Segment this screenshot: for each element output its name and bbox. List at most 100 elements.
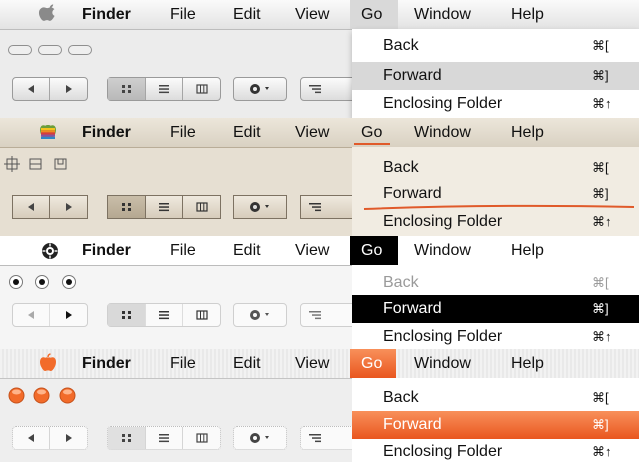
menu-item-back[interactable]: Back ⌘[ <box>352 32 639 60</box>
arrow-left-icon <box>28 203 34 211</box>
arrow-right-icon <box>65 311 72 319</box>
menu-file[interactable]: File <box>170 349 196 378</box>
back-forward-group <box>12 195 88 219</box>
list-view-button[interactable] <box>146 304 183 326</box>
go-menu: Back ⌘[ Forward ⌘] Enclosing Folder ⌘↑ <box>352 378 639 462</box>
zoom-button[interactable] <box>61 274 77 290</box>
menu-finder[interactable]: Finder <box>82 118 131 147</box>
menu-item-enclosing-folder[interactable]: Enclosing Folder ⌘↑ <box>352 438 639 462</box>
forward-button[interactable] <box>50 304 87 326</box>
menu-item-forward[interactable]: Forward ⌘] <box>352 180 639 210</box>
apple-logo-icon[interactable] <box>38 4 58 24</box>
action-button[interactable] <box>233 426 287 450</box>
menu-item-forward[interactable]: Forward ⌘] <box>352 62 639 90</box>
menu-help[interactable]: Help <box>511 0 544 29</box>
zoom-button[interactable] <box>53 156 69 172</box>
arrange-icon <box>309 434 321 443</box>
menu-view[interactable]: View <box>295 236 329 265</box>
menu-help[interactable]: Help <box>511 118 544 147</box>
close-button[interactable] <box>4 156 20 172</box>
list-view-icon <box>159 311 169 320</box>
menu-edit[interactable]: Edit <box>233 236 261 265</box>
back-button[interactable] <box>13 427 50 449</box>
menu-file[interactable]: File <box>170 0 196 29</box>
zoom-button[interactable] <box>59 387 76 404</box>
menu-view[interactable]: View <box>295 118 329 147</box>
icon-view-button[interactable] <box>108 78 146 100</box>
zoom-button[interactable] <box>68 45 92 55</box>
menu-window[interactable]: Window <box>414 349 471 378</box>
column-view-button[interactable] <box>183 427 220 449</box>
menu-window[interactable]: Window <box>414 118 471 147</box>
apple-logo-icon[interactable] <box>38 353 58 373</box>
icon-view-button[interactable] <box>108 427 146 449</box>
back-button[interactable] <box>13 304 50 326</box>
menu-item-back[interactable]: Back ⌘[ <box>352 384 639 412</box>
gear-icon <box>250 84 269 94</box>
arrow-right-icon <box>65 203 72 211</box>
action-button[interactable] <box>233 303 287 327</box>
menu-item-forward[interactable]: Forward ⌘] <box>352 295 639 323</box>
forward-button[interactable] <box>50 78 87 100</box>
arrange-button[interactable] <box>300 195 360 219</box>
menu-item-enclosing-folder[interactable]: Enclosing Folder ⌘↑ <box>352 208 639 236</box>
view-mode-group <box>107 303 221 327</box>
arrange-button[interactable] <box>300 426 360 450</box>
menu-go[interactable]: Go <box>361 0 382 29</box>
column-view-button[interactable] <box>183 304 220 326</box>
back-button[interactable] <box>13 196 50 218</box>
menu-window[interactable]: Window <box>414 236 471 265</box>
menu-item-enclosing-folder[interactable]: Enclosing Folder ⌘↑ <box>352 90 639 118</box>
column-view-button[interactable] <box>183 78 220 100</box>
minimize-button[interactable] <box>28 156 44 172</box>
menu-item-forward-shortcut: ⌘] <box>592 301 609 316</box>
menu-item-enclosing-folder[interactable]: Enclosing Folder ⌘↑ <box>352 323 639 349</box>
menu-help[interactable]: Help <box>511 236 544 265</box>
menu-finder[interactable]: Finder <box>82 349 131 378</box>
column-view-button[interactable] <box>183 196 220 218</box>
arrange-button[interactable] <box>300 303 360 327</box>
forward-button[interactable] <box>50 196 87 218</box>
icon-view-button[interactable] <box>108 196 146 218</box>
menu-item-forward[interactable]: Forward ⌘] <box>352 411 639 439</box>
menu-edit[interactable]: Edit <box>233 118 261 147</box>
menu-edit[interactable]: Edit <box>233 0 261 29</box>
arrange-icon <box>309 203 321 212</box>
close-button[interactable] <box>8 387 25 404</box>
menu-go[interactable]: Go <box>361 236 382 265</box>
forward-button[interactable] <box>50 427 87 449</box>
apple-logo-icon[interactable] <box>40 241 60 261</box>
arrange-button[interactable] <box>300 77 360 101</box>
close-button[interactable] <box>8 45 32 55</box>
menu-view[interactable]: View <box>295 349 329 378</box>
menu-file[interactable]: File <box>170 236 196 265</box>
menu-window[interactable]: Window <box>414 0 471 29</box>
menu-item-back[interactable]: Back ⌘[ <box>352 154 639 182</box>
menu-finder[interactable]: Finder <box>82 0 131 29</box>
menu-item-back-shortcut: ⌘[ <box>592 275 609 290</box>
list-view-button[interactable] <box>146 427 183 449</box>
close-button[interactable] <box>8 274 24 290</box>
finder-toolbar <box>0 30 360 118</box>
action-button[interactable] <box>233 77 287 101</box>
menu-item-back[interactable]: Back ⌘[ <box>352 269 639 297</box>
menu-file[interactable]: File <box>170 118 196 147</box>
list-view-button[interactable] <box>146 196 183 218</box>
menu-finder[interactable]: Finder <box>82 236 131 265</box>
go-menu: Back ⌘[ Forward ⌘] Enclosing Folder ⌘↑ <box>352 29 639 118</box>
menu-edit[interactable]: Edit <box>233 349 261 378</box>
minimize-button[interactable] <box>38 45 62 55</box>
grid-view-icon <box>121 85 131 93</box>
list-view-icon <box>159 434 169 443</box>
action-button[interactable] <box>233 195 287 219</box>
apple-logo-icon[interactable] <box>38 122 58 142</box>
menu-view[interactable]: View <box>295 0 329 29</box>
menu-bar: Finder File Edit View Go Window Help <box>0 349 639 379</box>
icon-view-button[interactable] <box>108 304 146 326</box>
minimize-button[interactable] <box>33 387 50 404</box>
back-button[interactable] <box>13 78 50 100</box>
minimize-button[interactable] <box>34 274 50 290</box>
list-view-button[interactable] <box>146 78 183 100</box>
menu-help[interactable]: Help <box>511 349 544 378</box>
menu-go[interactable]: Go <box>361 349 382 378</box>
